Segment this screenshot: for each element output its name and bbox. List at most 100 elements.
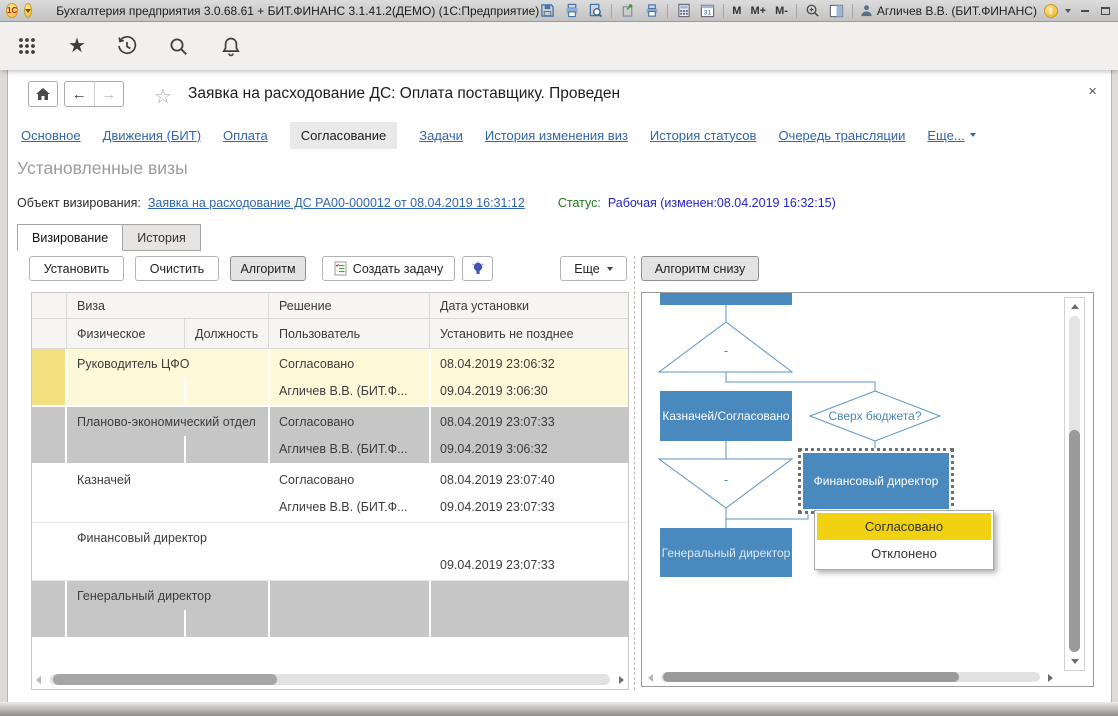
scroll-down-icon[interactable] [1071,659,1079,664]
lightbulb-icon [471,261,485,277]
nav-tab-approval-active[interactable]: Согласование [290,122,397,149]
favorites-star-icon[interactable]: ★ [68,36,86,56]
subtabs: Визирование История [17,224,201,251]
col-deadline[interactable]: Установить не позднее [430,319,629,349]
col-date-set[interactable]: Дата установки [430,293,629,319]
nav-tab-status-history[interactable]: История статусов [650,128,757,143]
nav-tab-payment[interactable]: Оплата [223,128,268,143]
search-icon[interactable] [168,35,190,57]
memory-plus-button[interactable]: M+ [749,5,767,17]
app-title: Бухгалтерия предприятия 3.0.68.61 + БИТ.… [56,4,539,18]
table-row[interactable]: Генеральный директор [32,581,628,639]
col-user[interactable]: Пользователь [269,319,430,349]
page-title: Заявка на расходование ДС: Оплата постав… [188,85,620,103]
zoom-icon[interactable] [804,3,821,19]
row-user: Агличев В.В. (БИТ.Ф... [279,500,424,514]
table-row[interactable]: Казначей Согласовано 08.04.2019 23:07:40… [32,465,628,523]
send-document-icon[interactable] [619,3,636,19]
table-row[interactable]: Финансовый директор 09.04.2019 23:07:33 [32,523,628,581]
col-person[interactable]: Физическое [67,319,185,349]
table-horizontal-scrollbar[interactable] [36,673,624,686]
scroll-left-icon[interactable] [648,674,653,682]
status-label: Статус: [558,196,601,210]
chevron-down-icon [970,133,976,137]
history-nav-group: ← → [64,81,124,107]
print-preview-icon[interactable] [587,3,604,19]
deadline: 09.04.2019 23:07:33 [440,500,620,514]
algorithm-button[interactable]: Алгоритм [230,256,306,281]
visa-name: Генеральный директор [77,589,262,603]
flow-node-treasurer[interactable]: Казначей/Согласовано [660,391,792,441]
tab-visas[interactable]: Визирование [17,224,123,251]
col-position[interactable]: Должность [185,319,269,349]
tab-history[interactable]: История [123,224,200,251]
minimize-button[interactable] [1078,5,1092,17]
date-set: 08.04.2019 23:07:40 [440,473,620,487]
menu-item-rejected[interactable]: Отклонено [817,540,991,567]
approval-flowchart-panel: - - Сверх бюджета? Казначей/Согласовано … [641,292,1094,687]
nav-tab-main[interactable]: Основное [21,128,81,143]
scrollbar-thumb[interactable] [663,672,959,682]
favorite-toggle-icon[interactable]: ☆ [154,84,172,109]
flowchart-horizontal-scrollbar[interactable] [648,671,1053,683]
calendar-icon[interactable]: 31 [699,3,716,19]
user-icon [860,4,873,17]
memory-recall-button[interactable]: M [731,5,742,17]
flow-node-general-director[interactable]: Генеральный директор [660,528,792,577]
home-button[interactable] [28,81,58,107]
deadline: 09.04.2019 3:06:30 [440,384,620,398]
notifications-bell-icon[interactable] [220,35,242,57]
print-settings-icon[interactable] [643,3,660,19]
memory-minus-button[interactable]: M- [774,5,789,17]
save-icon[interactable] [539,3,556,19]
forward-button[interactable]: → [95,82,124,106]
table-row[interactable]: Руководитель ЦФО Согласовано 08.04.2019 … [32,349,628,407]
clear-visa-button[interactable]: Очистить [135,256,219,281]
maximize-button[interactable] [1099,5,1113,17]
scroll-right-icon[interactable] [1048,674,1053,682]
deadline: 09.04.2019 23:07:33 [440,558,620,572]
scrollbar-thumb[interactable] [1069,430,1080,652]
form-close-button[interactable]: × [1088,84,1097,99]
flowchart-vertical-scrollbar[interactable] [1064,297,1085,671]
table-row[interactable]: Планово-экономический отдел Согласовано … [32,407,628,465]
flow-node-financial-director[interactable]: Финансовый директор [803,453,949,509]
decision: Согласовано [279,473,424,487]
calculator-icon[interactable] [675,3,692,19]
back-button[interactable]: ← [65,82,95,106]
nav-tab-broadcast-queue[interactable]: Очередь трансляции [778,128,905,143]
nav-tab-movements[interactable]: Движения (БИТ) [103,128,201,143]
object-link[interactable]: Заявка на расходование ДС РА00-000012 от… [148,196,525,210]
create-task-button[interactable]: Создать задачу [322,256,455,281]
info-icon[interactable]: i [1044,4,1058,18]
hint-bulb-button[interactable] [462,256,493,281]
print-icon[interactable] [563,3,580,19]
date-set: 08.04.2019 23:06:32 [440,357,620,371]
visa-name: Руководитель ЦФО [77,357,262,371]
panel-splitter[interactable] [634,256,635,690]
scroll-right-icon[interactable] [619,676,624,684]
condition-diamond-label: Сверх бюджета? [828,409,921,423]
nav-tab-tasks[interactable]: Задачи [419,128,463,143]
object-row: Объект визирования: Заявка на расходован… [17,196,836,210]
col-visa[interactable]: Виза [67,293,269,319]
more-button[interactable]: Еще [560,256,627,281]
main-menu-button[interactable] [24,3,32,18]
col-decision[interactable]: Решение [269,293,430,319]
info-caret-icon[interactable] [1065,9,1071,13]
quick-access-bar: ★ [0,22,1118,70]
menu-item-approved[interactable]: Согласовано [817,513,991,540]
nav-tab-visa-history[interactable]: История изменения виз [485,128,628,143]
deadline: 09.04.2019 3:06:32 [440,442,620,456]
algorithm-below-button[interactable]: Алгоритм снизу [641,256,759,281]
set-visa-button[interactable]: Установить [29,256,124,281]
flow-node-top[interactable] [660,292,792,305]
scrollbar-thumb[interactable] [53,674,277,685]
menu-grid-icon[interactable] [16,35,38,57]
history-icon[interactable] [116,35,138,57]
nav-tab-more[interactable]: Еще... [927,128,975,143]
split-view-icon[interactable] [828,3,845,19]
scroll-left-icon[interactable] [36,676,41,684]
scroll-up-icon[interactable] [1071,304,1079,309]
decision: Согласовано [279,357,424,371]
